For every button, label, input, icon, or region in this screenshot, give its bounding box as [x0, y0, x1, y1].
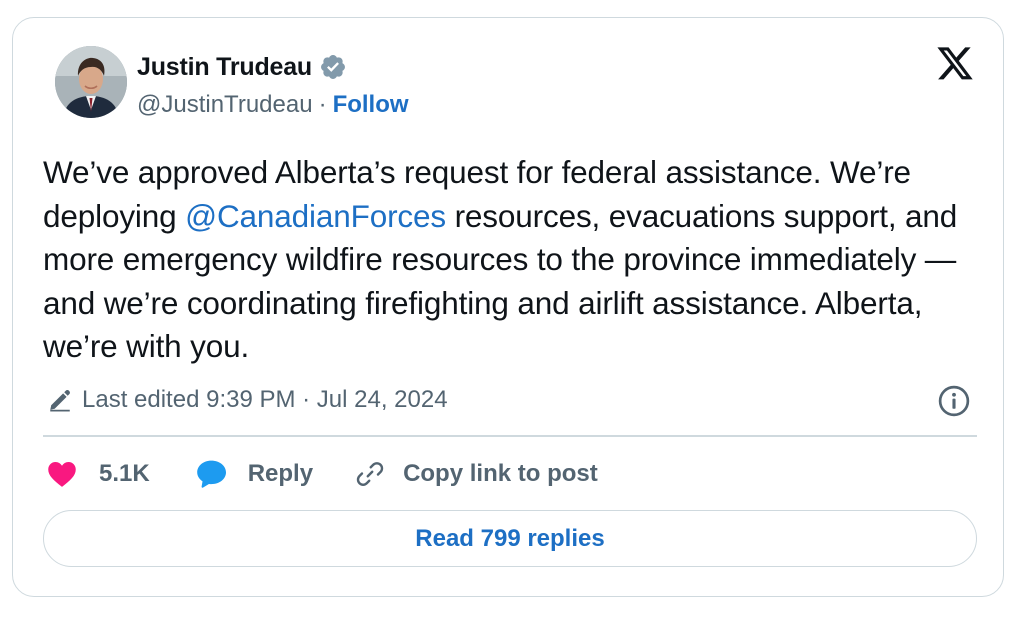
author-handle[interactable]: @JustinTrudeau: [137, 91, 313, 119]
like-count: 5.1K: [99, 460, 150, 487]
author-display-name[interactable]: Justin Trudeau: [137, 53, 312, 82]
like-button[interactable]: 5.1K: [47, 460, 150, 488]
pencil-icon: [50, 390, 70, 412]
divider: [43, 435, 977, 437]
info-icon[interactable]: [937, 384, 971, 418]
edited-timestamp-link[interactable]: Last edited 9:39 PM · Jul 24, 2024: [47, 382, 448, 418]
link-icon: [356, 462, 384, 486]
read-replies-label: Read 799 replies: [415, 524, 605, 552]
author-handle-row: @JustinTrudeau · Follow: [137, 88, 409, 122]
embedded-post-card: Justin Trudeau @JustinTrudeau · Follow W…: [12, 17, 1004, 597]
copy-link-button[interactable]: Copy link to post: [355, 459, 598, 489]
mention-link[interactable]: @CanadianForces: [185, 198, 446, 234]
action-bar: 5.1K Reply Copy link to post: [47, 452, 598, 496]
avatar-image: [55, 46, 127, 118]
follow-link[interactable]: Follow: [333, 91, 409, 119]
avatar[interactable]: [55, 46, 127, 118]
x-logo-icon[interactable]: [935, 47, 975, 83]
post-text: We’ve approved Alberta’s request for fed…: [43, 151, 993, 369]
read-replies-button[interactable]: Read 799 replies: [43, 510, 977, 567]
reply-bubble-icon: [196, 460, 226, 488]
reply-button[interactable]: Reply: [196, 459, 313, 489]
heart-icon: [48, 462, 76, 487]
handle-separator: ·: [318, 91, 327, 118]
edited-label: Last edited 9:39 PM · Jul 24, 2024: [82, 386, 448, 413]
verified-badge-icon: [319, 53, 347, 81]
copy-link-label: Copy link to post: [403, 460, 598, 487]
author-name-row[interactable]: Justin Trudeau: [137, 50, 347, 84]
reply-label: Reply: [247, 460, 314, 487]
